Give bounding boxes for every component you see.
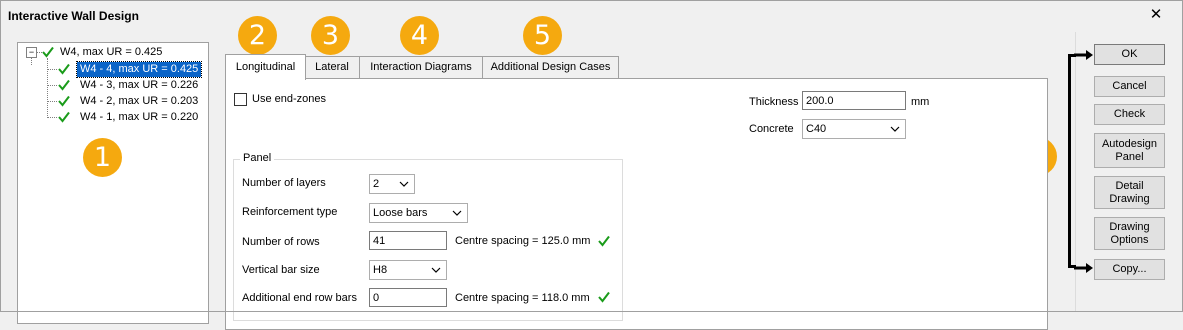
tree-line [47, 101, 57, 102]
tab-longitudinal[interactable]: Longitudinal [225, 54, 306, 80]
chevron-down-icon [431, 267, 441, 273]
copy-button[interactable]: Copy... [1094, 259, 1165, 280]
tree-line [47, 85, 57, 86]
concrete-select[interactable]: C40 [802, 119, 906, 139]
tree-line [31, 57, 32, 65]
tree-item-label: W4 - 2, max UR = 0.203 [80, 95, 199, 107]
ok-button[interactable]: OK [1094, 44, 1165, 65]
reinforcement-type-select[interactable]: Loose bars [369, 203, 468, 223]
panel-group-title: Panel [240, 152, 275, 164]
ok-button-label: OK [1121, 48, 1138, 60]
tree-line [47, 69, 57, 70]
check-icon [58, 111, 70, 123]
rows-centre-spacing: Centre spacing = 125.0 mm [455, 235, 591, 247]
vertical-bar-size-label: Vertical bar size [242, 264, 320, 276]
arrow-right-icon [1074, 50, 1093, 60]
cancel-button-label: Cancel [1112, 80, 1147, 92]
title-bar[interactable] [0, 0, 1183, 32]
number-of-rows-input[interactable]: 41 [369, 231, 447, 250]
autodesign-label-line1: Autodesign [1101, 137, 1158, 150]
collapse-icon[interactable]: − [26, 47, 37, 58]
tree-item-label: W4 - 3, max UR = 0.226 [80, 79, 199, 91]
vertical-bar-size-value: H8 [373, 264, 388, 276]
autodesign-label-line2: Panel [1115, 150, 1144, 163]
drawing-options-line2: Options [1110, 233, 1149, 246]
thickness-unit: mm [911, 96, 930, 108]
tab-additional-design-cases[interactable]: Additional Design Cases [482, 56, 619, 78]
check-icon [58, 63, 70, 75]
check-icon [598, 291, 610, 303]
window-title: Interactive Wall Design [8, 9, 139, 23]
use-end-zones-label: Use end-zones [252, 93, 326, 105]
callout-1: 1 [83, 138, 122, 177]
tree-item-label: W4 - 1, max UR = 0.220 [80, 111, 199, 123]
check-icon [598, 235, 610, 247]
callout-5: 5 [523, 16, 562, 55]
callout-2: 2 [238, 16, 277, 55]
end-row-centre-spacing: Centre spacing = 118.0 mm [455, 292, 590, 304]
drawing-options-button[interactable]: Drawing Options [1094, 217, 1165, 250]
number-of-rows-label: Number of rows [242, 236, 320, 248]
tree-line [47, 58, 48, 118]
additional-end-row-bars-label: Additional end row bars [242, 292, 357, 304]
copy-button-label: Copy... [1112, 263, 1147, 275]
chevron-down-icon [452, 210, 462, 216]
vertical-bar-size-select[interactable]: H8 [369, 260, 447, 280]
detail-label-line2: Drawing [1109, 192, 1150, 205]
check-icon [42, 46, 54, 58]
reinforcement-type-label: Reinforcement type [242, 206, 338, 218]
number-of-layers-label: Number of layers [242, 177, 326, 189]
tree-item-label: W4, max UR = 0.425 [60, 46, 163, 58]
callout-4: 4 [400, 16, 439, 55]
check-button[interactable]: Check [1094, 104, 1165, 125]
check-icon [58, 79, 70, 91]
reinforcement-type-value: Loose bars [373, 207, 428, 219]
wall-tree[interactable]: − W4, max UR = 0.425 W4 - 4, max UR = 0.… [17, 42, 209, 324]
thickness-label: Thickness [749, 96, 799, 108]
number-of-layers-select[interactable]: 2 [369, 174, 415, 194]
tab-interaction-diagrams[interactable]: Interaction Diagrams [359, 56, 483, 78]
thickness-input[interactable]: 200.0 [802, 91, 906, 110]
callout-bracket [1068, 54, 1076, 268]
tab-lateral[interactable]: Lateral [304, 56, 360, 78]
detail-label-line1: Detail [1115, 179, 1144, 192]
callout-3: 3 [311, 16, 350, 55]
concrete-value: C40 [806, 123, 827, 135]
number-of-layers-value: 2 [373, 178, 380, 190]
tree-line [47, 117, 57, 118]
close-icon[interactable]: ✕ [1148, 7, 1164, 23]
chevron-down-icon [399, 181, 409, 187]
drawing-options-line1: Drawing [1109, 220, 1150, 233]
additional-end-row-bars-input[interactable]: 0 [369, 288, 447, 307]
chevron-down-icon [890, 126, 900, 132]
tree-item-label: W4 - 4, max UR = 0.425 [75, 61, 203, 78]
check-button-label: Check [1113, 108, 1146, 120]
autodesign-panel-button[interactable]: Autodesign Panel [1094, 133, 1165, 168]
cancel-button[interactable]: Cancel [1094, 76, 1165, 97]
arrow-right-icon [1074, 263, 1093, 273]
detail-drawing-button[interactable]: Detail Drawing [1094, 176, 1165, 209]
concrete-label: Concrete [749, 123, 794, 135]
check-icon [58, 95, 70, 107]
use-end-zones-checkbox[interactable] [234, 93, 247, 106]
